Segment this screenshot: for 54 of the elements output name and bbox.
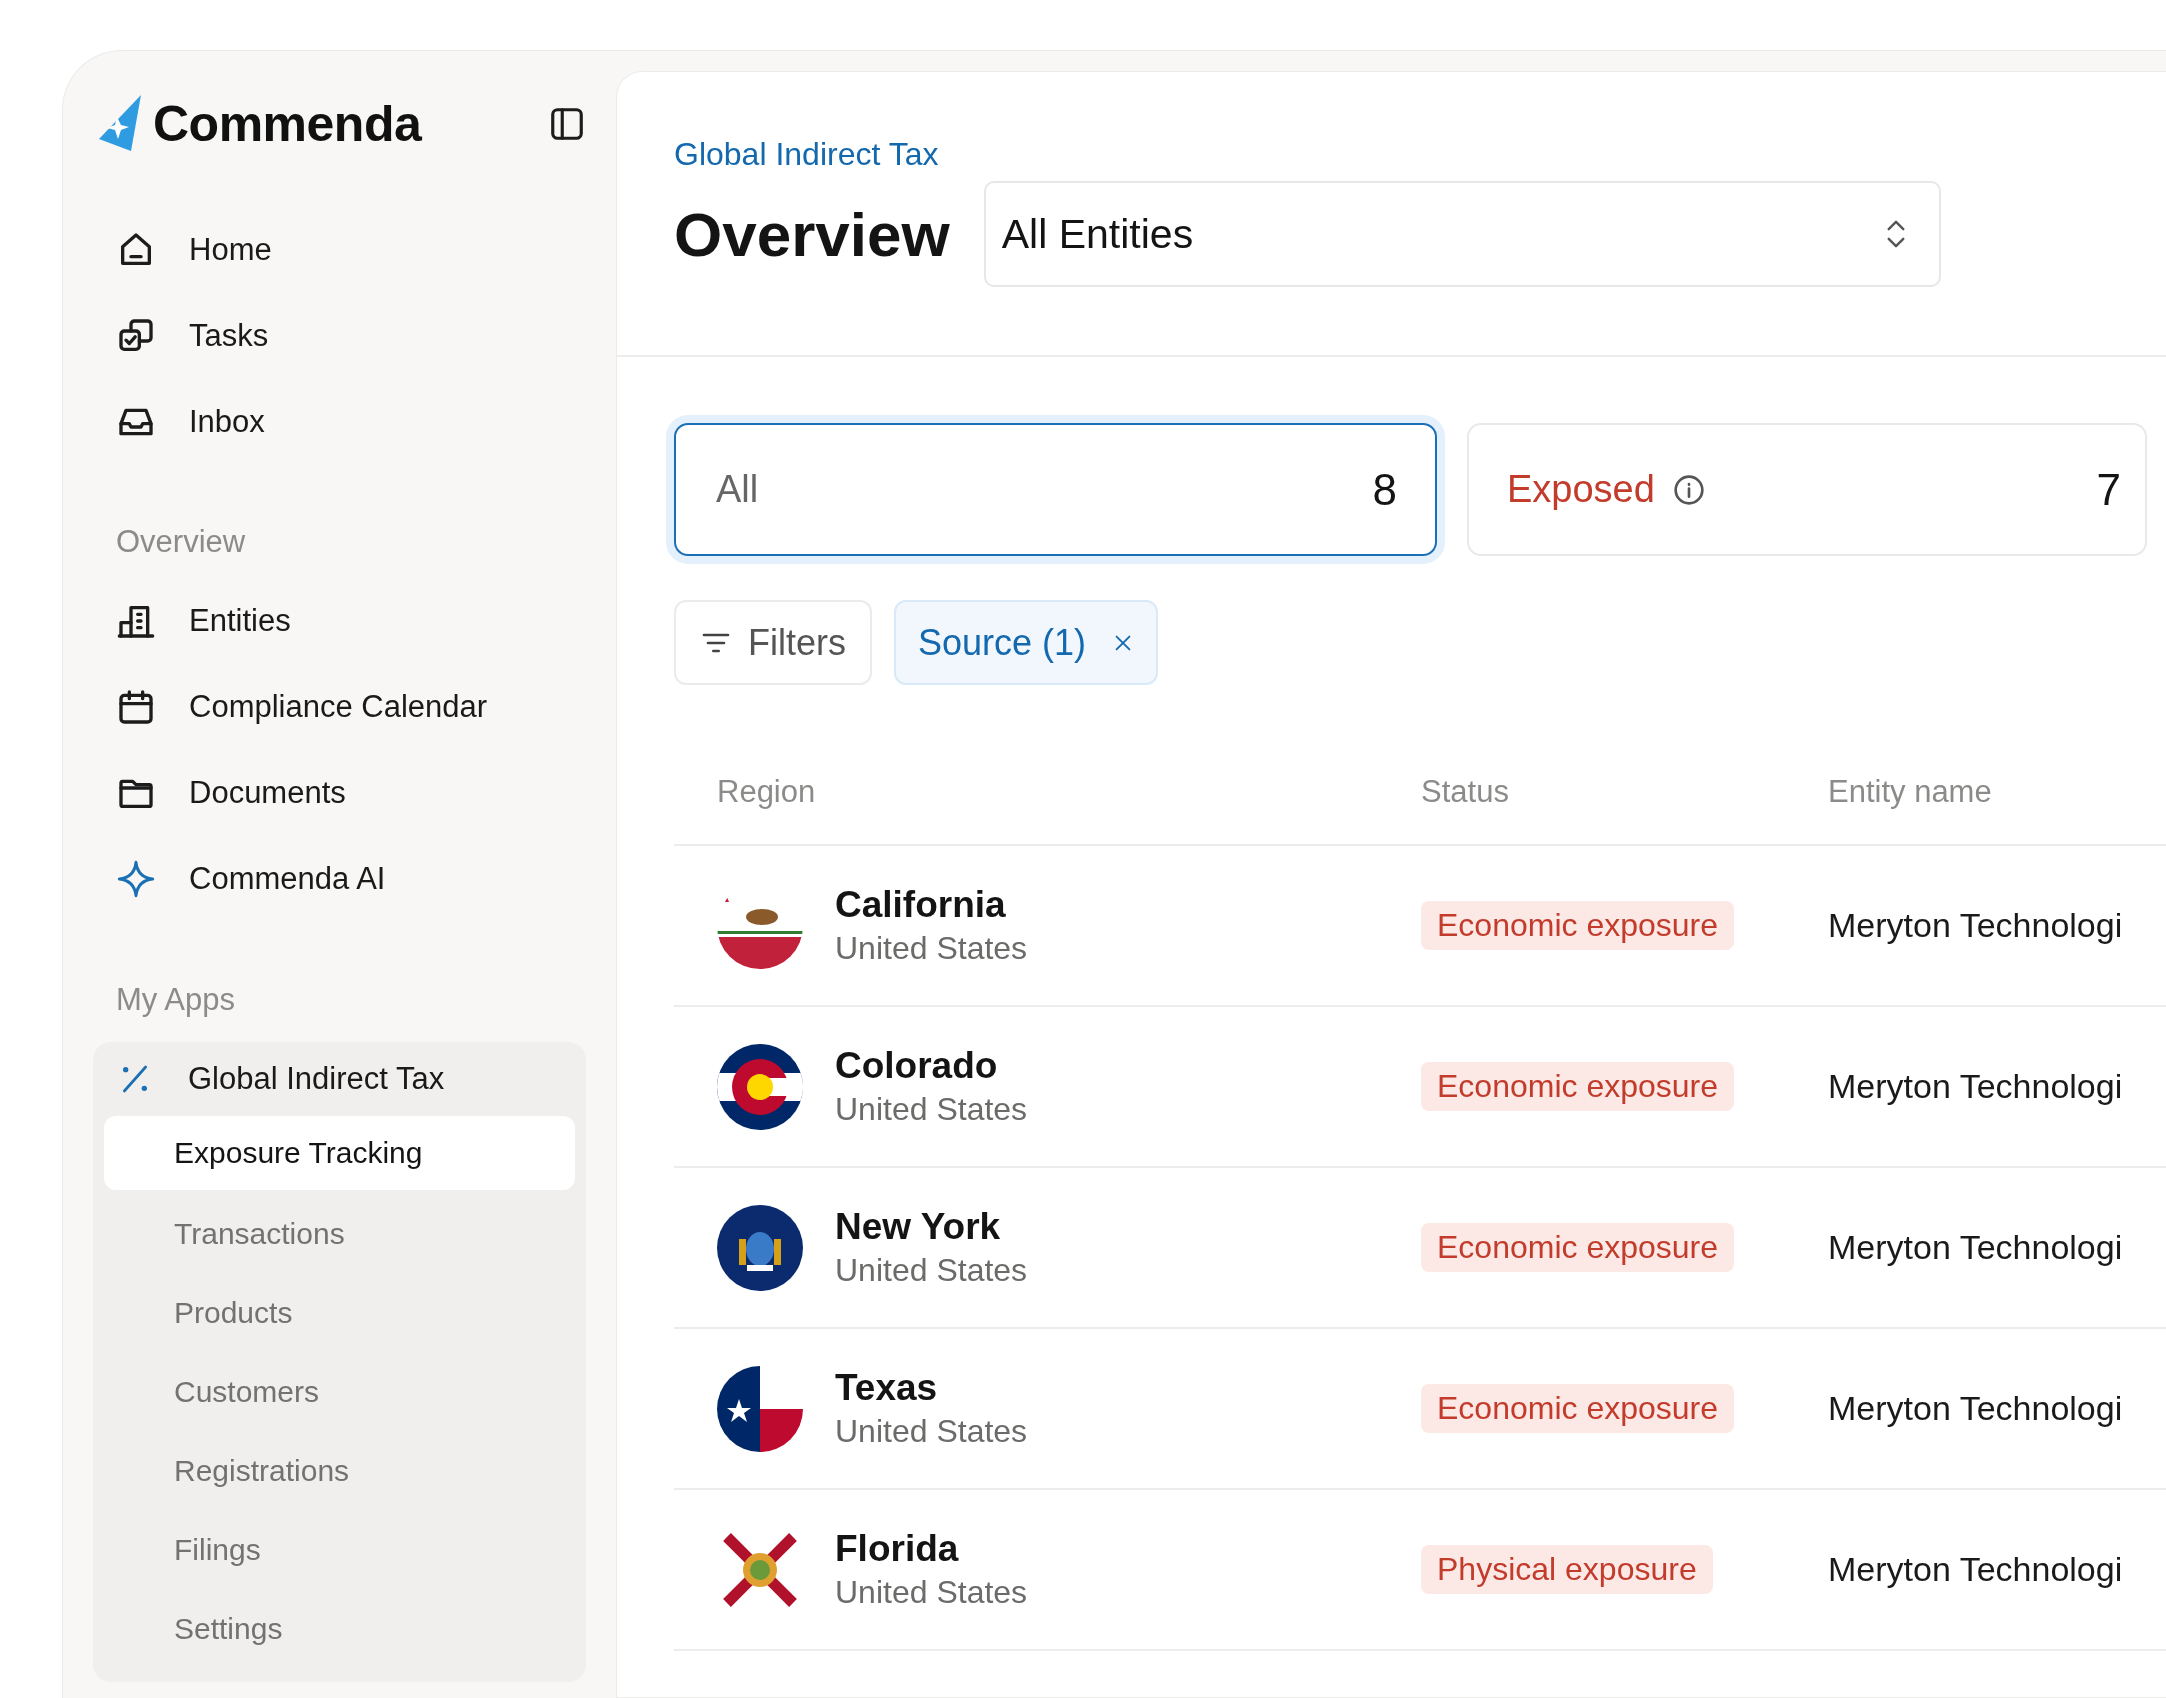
filter-chip[interactable]: Source (1) xyxy=(894,600,1159,685)
column-header: Entity name xyxy=(1827,773,1993,810)
region-name: Florida xyxy=(835,1528,960,1570)
entity-name: Meryton Technologi xyxy=(1827,1067,2124,1106)
sub-nav-item[interactable]: Filings xyxy=(104,1510,575,1589)
status-badge: Economic exposure xyxy=(1421,1384,1735,1433)
country-name: United States xyxy=(835,1091,1028,1128)
status-badge: Economic exposure xyxy=(1421,1223,1735,1272)
region-name: New York xyxy=(835,1206,1002,1248)
country-name: United States xyxy=(835,1252,1028,1289)
nav-item[interactable]: Compliance Calendar xyxy=(93,664,586,750)
column-header: Status xyxy=(1420,773,1510,810)
nav-item[interactable]: Tasks xyxy=(93,293,586,379)
entity-name: Meryton Technologi xyxy=(1827,1389,2124,1428)
nav-item[interactable]: Commenda AI xyxy=(93,836,586,922)
status-badge: Economic exposure xyxy=(1421,1062,1735,1111)
status-badge: Economic exposure xyxy=(1421,901,1735,950)
sub-nav-item[interactable]: Exposure Tracking xyxy=(104,1116,575,1190)
status-badge: Physical exposure xyxy=(1421,1545,1713,1594)
flag-icon xyxy=(717,1204,803,1291)
flag-icon xyxy=(717,1365,803,1452)
sparkle-icon xyxy=(116,859,156,899)
app-group-item[interactable]: Global Indirect Tax xyxy=(104,1042,575,1116)
region-name: California xyxy=(835,884,1007,926)
entity-name: Meryton Technologi xyxy=(1827,1228,2124,1267)
region-name: Texas xyxy=(835,1367,939,1409)
section-label: Overview xyxy=(115,523,247,561)
sub-nav-item[interactable]: Settings xyxy=(104,1589,575,1668)
filters-button[interactable]: Filters xyxy=(674,600,872,685)
entity-select[interactable]: All Entities xyxy=(983,181,1941,287)
entity-name: Meryton Technologi xyxy=(1827,1550,2124,1589)
sub-nav-item[interactable]: Customers xyxy=(104,1352,575,1431)
nav-item[interactable]: Home xyxy=(93,207,586,293)
country-name: United States xyxy=(835,930,1028,967)
column-header: Region xyxy=(716,773,817,810)
region-name: Colorado xyxy=(835,1045,999,1087)
page-title: Overview xyxy=(674,198,950,270)
entity-name: Meryton Technologi xyxy=(1827,906,2124,945)
sidebar-toggle-icon[interactable] xyxy=(548,105,586,143)
logo-icon xyxy=(97,95,143,153)
nav-item[interactable]: Entities xyxy=(93,578,586,664)
country-name: United States xyxy=(835,1413,1028,1450)
sub-nav-item[interactable]: Transactions xyxy=(104,1194,575,1273)
sub-nav-item[interactable]: Products xyxy=(104,1273,575,1352)
calendar-icon xyxy=(116,687,156,727)
info-icon xyxy=(1672,473,1705,506)
summary-card[interactable]: Exposed 7 xyxy=(1467,423,2147,556)
nav-item[interactable]: Documents xyxy=(93,750,586,836)
sub-nav-item[interactable]: Registrations xyxy=(104,1431,575,1510)
country-name: United States xyxy=(835,1574,1028,1611)
breadcrumb-link[interactable]: Global Indirect Tax xyxy=(674,136,939,173)
nav-item[interactable]: Inbox xyxy=(93,379,586,465)
brand-name: Commenda xyxy=(153,95,422,153)
section-label: My Apps xyxy=(115,981,236,1019)
